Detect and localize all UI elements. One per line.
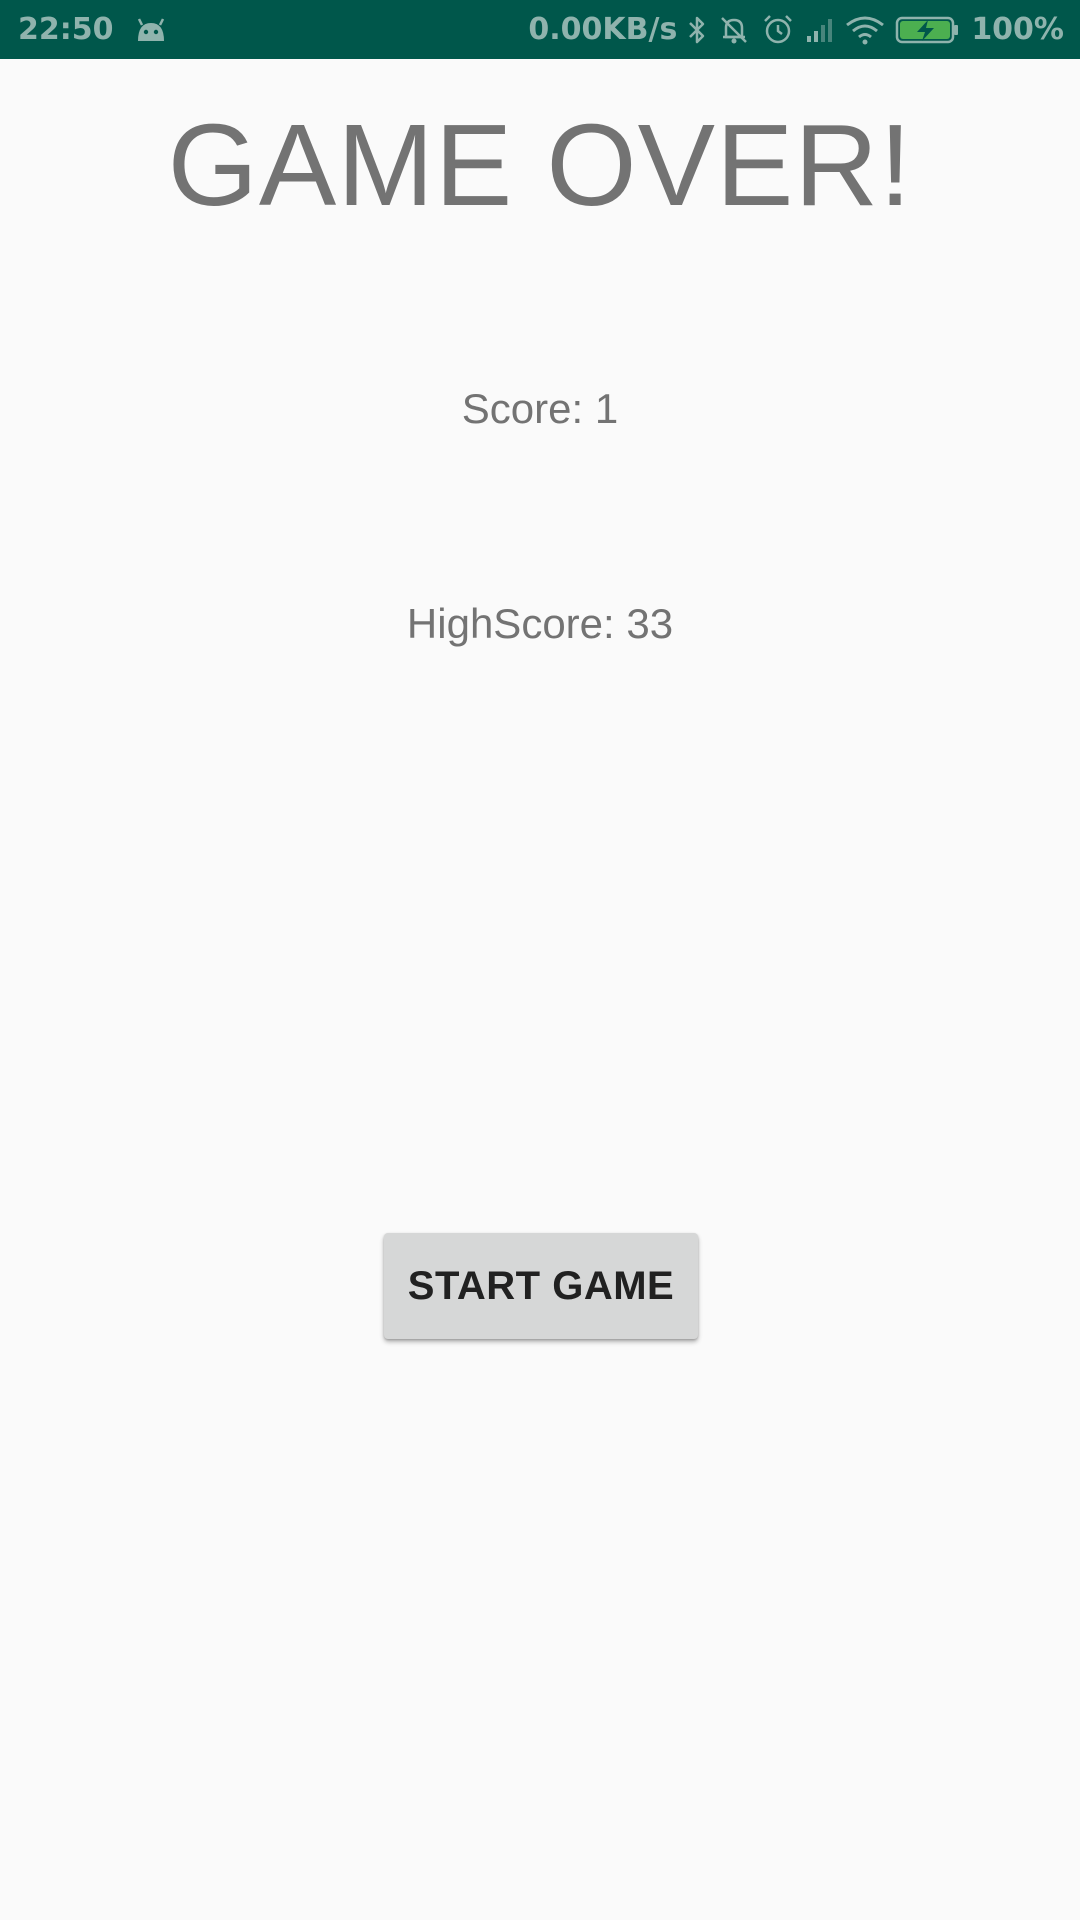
start-game-button[interactable]: START GAME <box>384 1233 698 1339</box>
status-bar: 22:50 0.00KB/s 100% <box>0 0 1080 59</box>
score-text: Score: 1 <box>461 385 619 432</box>
bluetooth-icon <box>687 14 707 46</box>
android-debug-icon <box>134 17 168 43</box>
cell-signal-icon <box>805 16 835 44</box>
status-bar-left: 22:50 <box>18 0 168 59</box>
battery-charging-icon <box>895 15 961 45</box>
notifications-off-icon <box>717 13 751 47</box>
wifi-icon <box>845 15 885 45</box>
status-bar-right: 0.00KB/s 100% <box>528 0 1064 59</box>
battery-percent: 100% <box>971 12 1064 47</box>
alarm-icon <box>761 13 795 47</box>
highscore-text: HighScore: 33 <box>406 600 674 647</box>
game-over-title: GAME OVER! <box>167 100 913 230</box>
status-time: 22:50 <box>18 12 114 47</box>
network-speed: 0.00KB/s <box>528 12 678 47</box>
